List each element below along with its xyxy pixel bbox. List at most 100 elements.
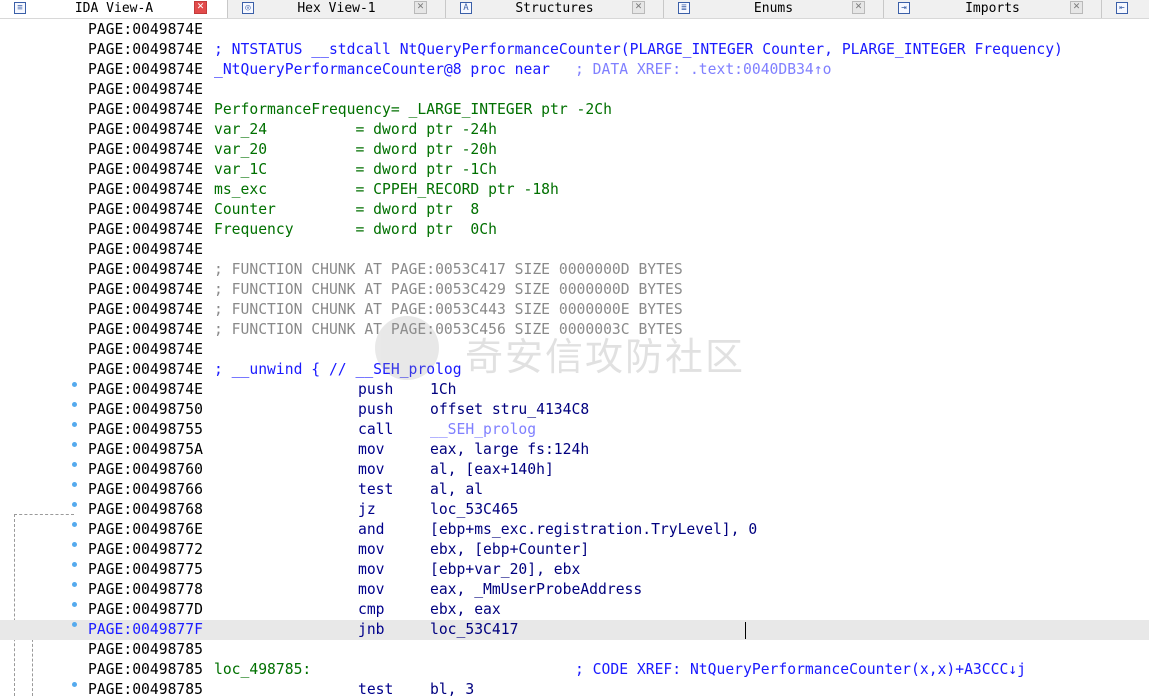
breakpoint-dot-icon[interactable] — [72, 422, 77, 427]
close-icon[interactable]: ✕ — [852, 1, 865, 14]
listing-line[interactable]: PAGE:0049874E — [0, 240, 1149, 260]
breakpoint-dot-icon[interactable] — [72, 462, 77, 467]
listing-line[interactable]: PAGE:00498775 mov [ebp+var_20], ebx — [0, 560, 1149, 580]
listing-line[interactable]: PAGE:00498778 mov eax, _MmUserProbeAddress — [0, 580, 1149, 600]
line-address: PAGE:0049874E — [88, 221, 203, 238]
instruction-operands[interactable]: [ebp+var_20], ebx — [430, 560, 580, 580]
listing-line[interactable]: PAGE:0049874E — [0, 340, 1149, 360]
listing-line[interactable]: PAGE:0049874E ; FUNCTION CHUNK AT PAGE:00… — [0, 300, 1149, 320]
line-text[interactable]: ; FUNCTION CHUNK AT PAGE:0053C417 SIZE 0… — [214, 260, 683, 280]
instruction-operands[interactable]: 1Ch — [430, 380, 457, 400]
line-text[interactable]: ; FUNCTION CHUNK AT PAGE:0053C443 SIZE 0… — [214, 300, 683, 320]
listing-line[interactable]: PAGE:0049874E — [0, 20, 1149, 40]
listing-line[interactable]: PAGE:0049874E PerformanceFrequency= _LARG… — [0, 100, 1149, 120]
xref-comment[interactable]: ; CODE XREF: NtQueryPerformanceCounter(x… — [575, 660, 1026, 680]
instruction-operands[interactable]: bl, 3 — [430, 680, 474, 696]
text-cursor — [745, 622, 746, 639]
listing-line[interactable]: PAGE:0049874E var_1C = dword ptr -1Ch — [0, 160, 1149, 180]
listing-line[interactable]: PAGE:00498785 — [0, 640, 1149, 660]
listing-line[interactable]: PAGE:0049874E ; FUNCTION CHUNK AT PAGE:00… — [0, 260, 1149, 280]
instruction-operands[interactable]: [ebp+ms_exc.registration.TryLevel], 0 — [430, 520, 757, 540]
close-icon[interactable]: ✕ — [1070, 1, 1083, 14]
instruction-mnemonic: mov — [358, 461, 385, 478]
line-text[interactable]: Frequency = dword ptr 0Ch — [214, 220, 497, 240]
tab-more[interactable]: ⇤ — [1102, 0, 1149, 18]
listing-line[interactable]: PAGE:0049875A mov eax, large fs:124h — [0, 440, 1149, 460]
line-text[interactable]: loc_498785: — [214, 660, 311, 680]
line-address: PAGE:0049874E — [88, 241, 203, 258]
instruction-operands[interactable]: eax, _MmUserProbeAddress — [430, 580, 642, 600]
line-text[interactable]: ; FUNCTION CHUNK AT PAGE:0053C429 SIZE 0… — [214, 280, 683, 300]
close-icon[interactable]: ✕ — [632, 1, 645, 14]
listing-line[interactable]: PAGE:0049874E ; FUNCTION CHUNK AT PAGE:00… — [0, 280, 1149, 300]
line-address: PAGE:0049874E — [88, 181, 203, 198]
line-text[interactable]: _NtQueryPerformanceCounter@8 proc near — [214, 60, 550, 80]
instruction-operands[interactable]: loc_53C465 — [430, 500, 518, 520]
instruction-operands[interactable]: offset stru_4134C8 — [430, 400, 589, 420]
breakpoint-dot-icon[interactable] — [72, 682, 77, 687]
disassembly-listing[interactable]: PAGE:0049874E PAGE:0049874E ; NTSTATUS __s… — [0, 20, 1149, 696]
listing-line[interactable]: PAGE:0049874E var_20 = dword ptr -20h — [0, 140, 1149, 160]
tab-label: Structures — [515, 1, 594, 16]
instruction-mnemonic: cmp — [358, 601, 385, 618]
tab-structures[interactable]: A Structures ✕ — [446, 0, 664, 18]
xref-comment[interactable]: ; DATA XREF: .text:0040DB34↑o — [575, 60, 831, 80]
line-text[interactable]: var_20 = dword ptr -20h — [214, 140, 497, 160]
breakpoint-dot-icon[interactable] — [72, 542, 77, 547]
listing-line[interactable]: PAGE:0049874E Counter = dword ptr 8 — [0, 200, 1149, 220]
listing-line[interactable]: PAGE:00498750 push offset stru_4134C8 — [0, 400, 1149, 420]
instruction-operands[interactable]: loc_53C417 — [430, 620, 518, 640]
listing-line[interactable]: PAGE:0049874E Frequency = dword ptr 0Ch — [0, 220, 1149, 240]
listing-line[interactable]: PAGE:0049874E ms_exc = CPPEH_RECORD ptr -… — [0, 180, 1149, 200]
listing-line[interactable]: PAGE:00498785 loc_498785: ; CODE XREF: NtQ… — [0, 660, 1149, 680]
listing-line[interactable]: PAGE:0049874E ; __unwind { // __SEH_prolo… — [0, 360, 1149, 380]
listing-line[interactable]: PAGE:0049874E var_24 = dword ptr -24h — [0, 120, 1149, 140]
listing-line[interactable]: PAGE:00498772 mov ebx, [ebp+Counter] — [0, 540, 1149, 560]
line-text[interactable]: var_1C = dword ptr -1Ch — [214, 160, 497, 180]
line-text[interactable]: ms_exc = CPPEH_RECORD ptr -18h — [214, 180, 559, 200]
breakpoint-dot-icon[interactable] — [72, 602, 77, 607]
tab-imports[interactable]: ⇥ Imports ✕ — [884, 0, 1102, 18]
listing-line[interactable]: PAGE:0049874E push 1Ch — [0, 380, 1149, 400]
breakpoint-dot-icon[interactable] — [72, 502, 77, 507]
instruction-operands[interactable]: __SEH_prolog — [430, 420, 536, 440]
close-icon[interactable]: ✕ — [194, 1, 207, 14]
line-text[interactable]: PerformanceFrequency= _LARGE_INTEGER ptr… — [214, 100, 612, 120]
breakpoint-dot-icon[interactable] — [72, 562, 77, 567]
tab-hex-view-1[interactable]: ◎ Hex View-1 ✕ — [228, 0, 446, 18]
line-text[interactable]: ; NTSTATUS __stdcall NtQueryPerformanceC… — [214, 40, 1063, 60]
tab-enums[interactable]: ≣ Enums ✕ — [664, 0, 884, 18]
listing-line[interactable]: PAGE:0049877F jnb loc_53C417 — [0, 620, 1149, 640]
instruction-operands[interactable]: ebx, [ebp+Counter] — [430, 540, 589, 560]
line-text[interactable]: Counter = dword ptr 8 — [214, 200, 479, 220]
instruction-operands[interactable]: al, al — [430, 480, 483, 500]
breakpoint-dot-icon[interactable] — [72, 402, 77, 407]
listing-line[interactable]: PAGE:00498768 jz loc_53C465 — [0, 500, 1149, 520]
tab-ida-view-a[interactable]: ≡ IDA View-A ✕ — [0, 0, 228, 18]
listing-line[interactable]: PAGE:0049874E ; FUNCTION CHUNK AT PAGE:00… — [0, 320, 1149, 340]
listing-line[interactable]: PAGE:0049874E ; NTSTATUS __stdcall NtQuer… — [0, 40, 1149, 60]
listing-line[interactable]: PAGE:0049877D cmp ebx, eax — [0, 600, 1149, 620]
listing-line[interactable]: PAGE:0049876E and [ebp+ms_exc.registration… — [0, 520, 1149, 540]
listing-line[interactable]: PAGE:00498755 call __SEH_prolog — [0, 420, 1149, 440]
instruction-operands[interactable]: eax, large fs:124h — [430, 440, 589, 460]
line-text[interactable]: ; __unwind { // __SEH_prolog — [214, 360, 462, 380]
listing-line[interactable]: PAGE:00498785 test bl, 3 — [0, 680, 1149, 696]
breakpoint-dot-icon[interactable] — [72, 382, 77, 387]
breakpoint-dot-icon[interactable] — [72, 622, 77, 627]
line-address: PAGE:00498785 — [88, 661, 203, 678]
listing-line[interactable]: PAGE:0049874E _NtQueryPerformanceCounter@… — [0, 60, 1149, 80]
close-icon[interactable]: ✕ — [414, 1, 427, 14]
listing-line[interactable]: PAGE:0049874E — [0, 80, 1149, 100]
line-address: PAGE:0049874E — [88, 41, 203, 58]
breakpoint-dot-icon[interactable] — [72, 442, 77, 447]
listing-line[interactable]: PAGE:00498766 test al, al — [0, 480, 1149, 500]
breakpoint-dot-icon[interactable] — [72, 582, 77, 587]
line-text[interactable]: ; FUNCTION CHUNK AT PAGE:0053C456 SIZE 0… — [214, 320, 683, 340]
listing-line[interactable]: PAGE:00498760 mov al, [eax+140h] — [0, 460, 1149, 480]
line-text[interactable]: var_24 = dword ptr -24h — [214, 120, 497, 140]
breakpoint-dot-icon[interactable] — [72, 482, 77, 487]
breakpoint-dot-icon[interactable] — [72, 522, 77, 527]
instruction-operands[interactable]: al, [eax+140h] — [430, 460, 554, 480]
instruction-operands[interactable]: ebx, eax — [430, 600, 501, 620]
